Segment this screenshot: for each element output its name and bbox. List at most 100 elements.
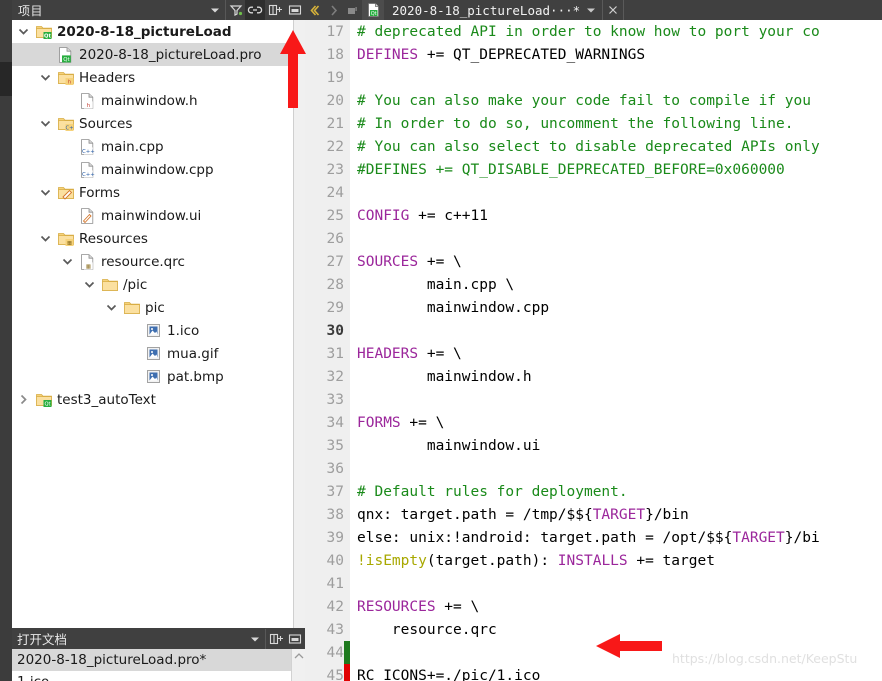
open-document-item[interactable]: 1.ico [12,671,305,681]
qrc-file-icon: ▦ [78,250,98,273]
code-line[interactable]: 34 FORMS += \ [305,411,882,434]
code-line[interactable]: 17 # deprecated API in order to know how … [305,20,882,43]
tree-item[interactable]: Qt test3_autoText [12,388,293,411]
code-line[interactable]: 21 # In order to do so, uncomment the fol… [305,112,882,135]
tree-item[interactable]: h Headers [12,66,293,89]
back-navigation-icon[interactable] [305,0,324,20]
code-line[interactable]: 26 [305,227,882,250]
tree-item[interactable]: Qt 2020-8-18_pictureLoad.pro [12,43,293,66]
code-editor[interactable]: 17 # deprecated API in order to know how … [305,20,882,681]
code-line[interactable]: 39 else: unix:!android: target.path = /op… [305,526,882,549]
link-sync-icon[interactable] [245,0,265,20]
tree-item[interactable]: /pic [12,273,293,296]
open-document-item[interactable]: 2020-8-18_pictureLoad.pro* [12,649,305,671]
code-line[interactable]: 28 main.cpp \ [305,273,882,296]
tree-item[interactable]: Qt 2020-8-18_pictureLoad [12,20,293,43]
code-line[interactable]: 40 !isEmpty(target.path): INSTALLS += tar… [305,549,882,572]
code-line[interactable]: 19 [305,66,882,89]
line-number: 39 [326,529,344,546]
tree-item[interactable]: ▦ resource.qrc [12,250,293,273]
tree-item[interactable]: pat.bmp [12,365,293,388]
chevron-right-icon[interactable] [12,388,34,411]
open-documents-scrollbar[interactable] [291,649,305,681]
tree-item[interactable]: ▦ Resources [12,227,293,250]
code-line[interactable]: 35 mainwindow.ui [305,434,882,457]
tree-item[interactable]: Forms [12,181,293,204]
code-line[interactable]: 38 qnx: target.path = /tmp/$${TARGET}/bin [305,503,882,526]
code-token: #DEFINES += QT_DISABLE_DEPRECATED_BEFORE… [357,161,785,178]
code-line[interactable]: 20 # You can also make your code fail to … [305,89,882,112]
code-line[interactable]: 25 CONFIG += c++11 [305,204,882,227]
tab-dropdown-icon[interactable] [580,0,602,20]
code-token: # You can also select to disable depreca… [357,138,820,155]
documents-dropdown-icon[interactable] [245,629,265,649]
image-file-icon [144,319,164,342]
tree-item[interactable]: mainwindow.ui [12,204,293,227]
chevron-down-icon[interactable] [78,273,100,296]
open-documents-list[interactable]: 2020-8-18_pictureLoad.pro* 1.ico [12,649,305,681]
code-token: HEADERS [357,345,419,362]
chevron-down-icon[interactable] [12,20,34,43]
project-tree-scrollbar[interactable] [293,20,305,628]
tree-item-label: /pic [123,276,148,293]
tree-item[interactable]: mua.gif [12,342,293,365]
tree-item-label: mainwindow.ui [101,207,202,224]
code-line[interactable]: 24 [305,181,882,204]
code-line[interactable]: 29 mainwindow.cpp [305,296,882,319]
mode-selector-active-item[interactable] [0,62,12,96]
code-line[interactable]: 27 SOURCES += \ [305,250,882,273]
code-line[interactable]: 18 DEFINES += QT_DEPRECATED_WARNINGS [305,43,882,66]
filter-dropdown-icon[interactable] [205,0,225,20]
tree-item[interactable]: C++ mainwindow.cpp [12,158,293,181]
code-line-text: # You can also make your code fail to co… [350,93,811,109]
chevron-down-icon[interactable] [34,66,56,89]
change-marker [344,457,350,480]
collapse-panel-icon[interactable] [285,629,305,649]
code-line[interactable]: 23 #DEFINES += QT_DISABLE_DEPRECATED_BEFO… [305,158,882,181]
code-line[interactable]: 31 HEADERS += \ [305,342,882,365]
tree-item[interactable]: C+ Sources [12,112,293,135]
chevron-down-icon[interactable] [34,181,56,204]
tree-item[interactable]: pic [12,296,293,319]
tree-item[interactable]: C++ main.cpp [12,135,293,158]
chevron-down-icon[interactable] [56,250,78,273]
forward-navigation-icon[interactable] [324,0,343,20]
split-add-icon[interactable] [265,628,285,649]
chevron-down-icon[interactable] [34,227,56,250]
svg-text:C++: C++ [82,149,95,155]
filter-icon[interactable] [225,0,245,20]
tree-item[interactable]: 1.ico [12,319,293,342]
code-line[interactable]: 22 # You can also select to disable depre… [305,135,882,158]
code-token: += \ [400,414,445,431]
mode-selector-strip[interactable] [0,0,12,681]
code-line[interactable]: 33 [305,388,882,411]
editor-area: Qt 2020-8-18_pictureLoad···* 17 # depreca… [305,0,882,681]
code-line[interactable]: 45 RC_ICONS+=./pic/1.ico [305,664,882,681]
chevron-down-icon[interactable] [34,112,56,135]
line-number: 36 [326,460,344,477]
code-line[interactable]: 32 mainwindow.h [305,365,882,388]
code-lines[interactable]: 17 # deprecated API in order to know how … [305,20,882,681]
code-line[interactable]: 43 resource.qrc [305,618,882,641]
chevron-down-icon[interactable] [100,296,122,319]
svg-text:▦: ▦ [86,264,91,270]
svg-text:Qt: Qt [63,57,69,63]
code-line-text: # In order to do so, uncomment the follo… [350,116,794,132]
code-line-text: HEADERS += \ [350,346,462,362]
split-editor-icon[interactable] [343,0,362,20]
tree-item[interactable]: h mainwindow.h [12,89,293,112]
code-line-text: RC_ICONS+=./pic/1.ico [350,668,540,681]
project-tree[interactable]: Qt 2020-8-18_pictureLoad Qt 2020-8-18_pi… [12,20,293,628]
code-line[interactable]: 41 [305,572,882,595]
code-token: }/bi [784,529,820,546]
code-line[interactable]: 36 [305,457,882,480]
code-line-text: # Default rules for deployment. [350,484,628,500]
code-line[interactable]: 30 [305,319,882,342]
code-line[interactable]: 42 RESOURCES += \ [305,595,882,618]
image-file-icon [144,365,164,388]
close-icon[interactable] [602,0,625,20]
collapse-panel-icon[interactable] [285,0,305,20]
editor-tab[interactable]: 2020-8-18_pictureLoad···* [384,0,581,20]
split-add-icon[interactable] [265,0,285,20]
code-line[interactable]: 37 # Default rules for deployment. [305,480,882,503]
